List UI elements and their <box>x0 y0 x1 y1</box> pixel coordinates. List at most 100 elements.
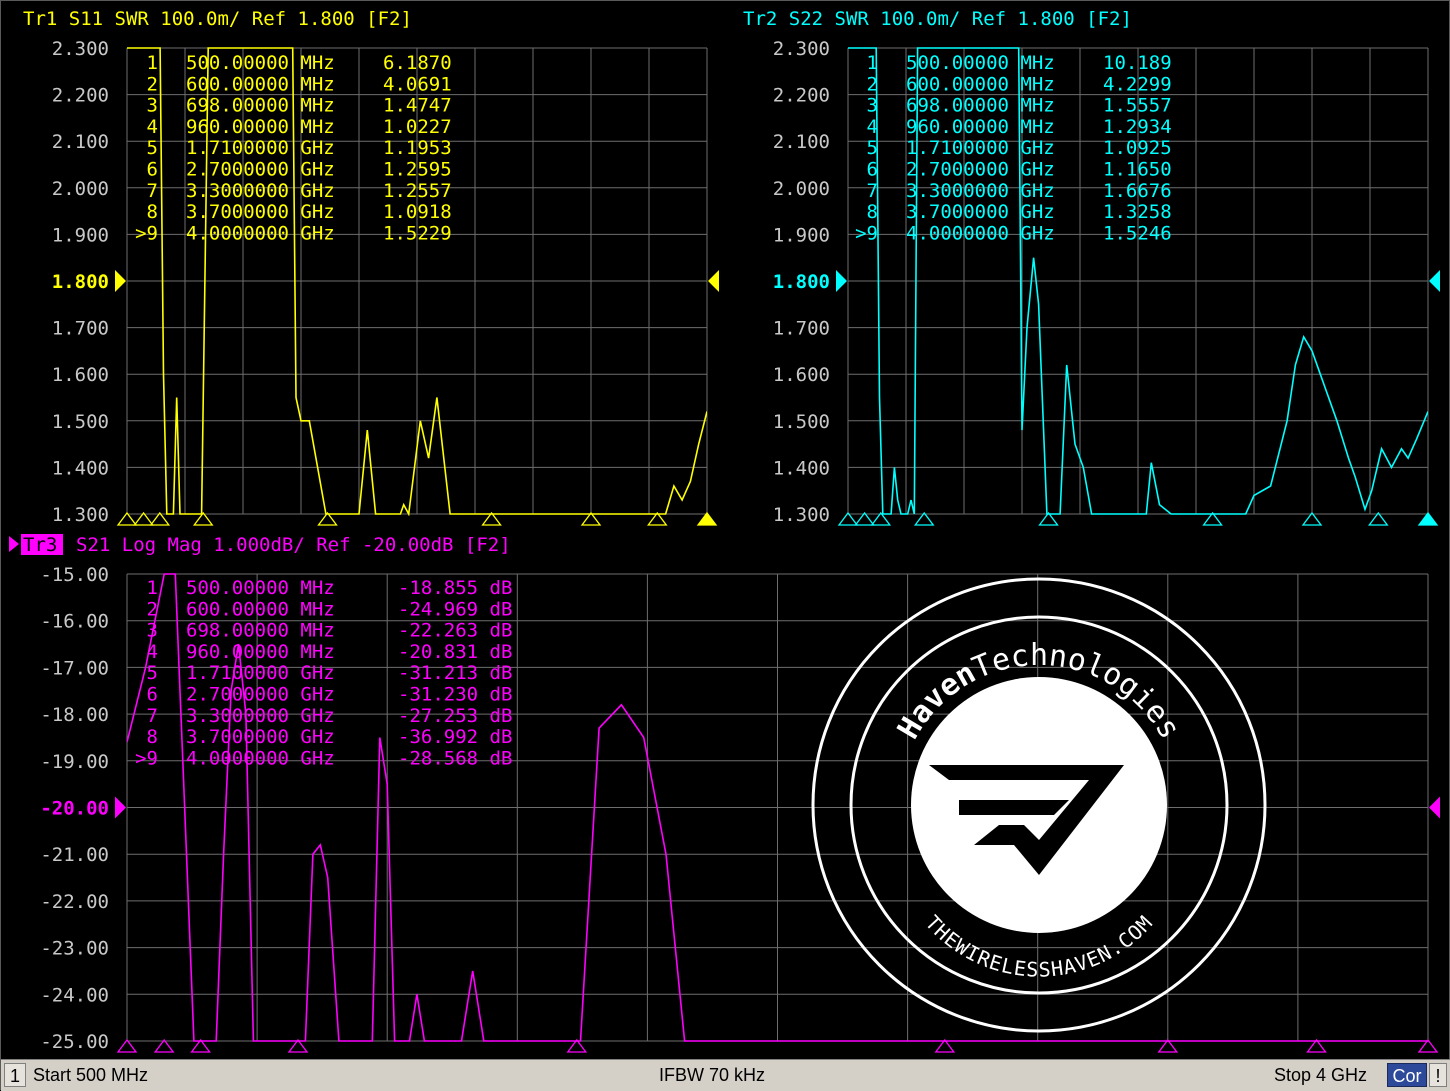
marker-number: 8 <box>867 201 878 223</box>
marker-frequency: 3.3000000 GHz <box>906 180 1055 202</box>
correction-status[interactable]: Cor <box>1387 1063 1427 1087</box>
marker-value: -24.969 dB <box>398 598 512 620</box>
marker-value: 1.4747 <box>383 95 452 117</box>
y-axis-label: 2.200 <box>773 85 830 107</box>
channel-indicator[interactable]: 1 <box>4 1063 26 1087</box>
marker-number: 1 <box>147 52 158 74</box>
marker-value: 4.2299 <box>1103 73 1172 95</box>
marker-number: 8 <box>147 726 158 748</box>
start-frequency[interactable]: Start 500 MHz <box>33 1063 148 1087</box>
marker-number: 2 <box>867 73 878 95</box>
y-axis-label: -23.00 <box>40 938 109 960</box>
marker-frequency: 698.00000 MHz <box>186 620 335 642</box>
y-axis-label: 1.300 <box>52 504 109 526</box>
trace-tag: Tr3 <box>23 534 57 556</box>
marker-triangle <box>116 1038 138 1053</box>
marker-frequency: 500.00000 MHz <box>186 577 335 599</box>
marker-value: 1.5229 <box>383 222 452 244</box>
marker-value: 4.0691 <box>383 73 452 95</box>
y-axis-label: -17.00 <box>40 657 109 679</box>
marker-triangle <box>116 511 138 526</box>
y-axis-label: -24.00 <box>40 984 109 1006</box>
reference-level-label: -20.00 <box>40 798 109 820</box>
trace-title: Tr2 S22 SWR 100.0m/ Ref 1.800 [F2] <box>743 8 1132 30</box>
marker-value: 1.6676 <box>1103 180 1172 202</box>
marker-frequency: 500.00000 MHz <box>906 52 1055 74</box>
marker-number: 5 <box>147 137 158 159</box>
marker-value: 10.189 <box>1103 52 1172 74</box>
marker-triangle <box>1417 511 1439 526</box>
marker-value: 1.5557 <box>1103 95 1172 117</box>
marker-frequency: 698.00000 MHz <box>906 95 1055 117</box>
y-axis-label: 1.700 <box>52 318 109 340</box>
marker-frequency: 3.7000000 GHz <box>906 201 1055 223</box>
marker-frequency: 2.7000000 GHz <box>186 159 335 181</box>
marker-frequency: 3.7000000 GHz <box>186 726 335 748</box>
y-axis-label: 2.100 <box>52 131 109 153</box>
y-axis-label: -22.00 <box>40 891 109 913</box>
y-axis-label: -19.00 <box>40 751 109 773</box>
ifbw-setting[interactable]: IFBW 70 kHz <box>659 1063 765 1087</box>
ref-left-arrow <box>836 270 847 292</box>
trace-title: S21 Log Mag 1.000dB/ Ref -20.00dB [F2] <box>76 534 511 556</box>
marker-number: 5 <box>147 662 158 684</box>
marker-frequency: 3.3000000 GHz <box>186 180 335 202</box>
marker-frequency: 960.00000 MHz <box>186 116 335 138</box>
status-bar: 1 Start 500 MHz IFBW 70 kHz Stop 4 GHz C… <box>1 1059 1450 1091</box>
marker-frequency: 600.00000 MHz <box>186 598 335 620</box>
trace-title: Tr1 S11 SWR 100.0m/ Ref 1.800 [F2] <box>23 8 412 30</box>
marker-triangle <box>1301 511 1323 526</box>
marker-value: -31.230 dB <box>398 684 512 706</box>
marker-triangle <box>837 511 859 526</box>
marker-value: 1.2557 <box>383 180 452 202</box>
y-axis-label: 1.700 <box>773 318 830 340</box>
y-axis-label: 1.500 <box>773 411 830 433</box>
marker-number: 5 <box>867 137 878 159</box>
y-axis-label: 1.600 <box>773 364 830 386</box>
marker-value: 1.0925 <box>1103 137 1172 159</box>
reference-level-label: 1.800 <box>773 271 830 293</box>
marker-frequency: 4.0000000 GHz <box>186 222 335 244</box>
marker-number: 2 <box>147 598 158 620</box>
marker-value: 6.1870 <box>383 52 452 74</box>
active-trace-arrow <box>9 536 19 552</box>
marker-value: -36.992 dB <box>398 726 512 748</box>
marker-triangle <box>133 511 154 526</box>
y-axis-label: 1.500 <box>52 411 109 433</box>
marker-value: 1.1650 <box>1103 159 1172 181</box>
marker-number: 4 <box>867 116 878 138</box>
marker-frequency: 500.00000 MHz <box>186 52 335 74</box>
y-axis-label: -21.00 <box>40 844 109 866</box>
marker-frequency: 3.3000000 GHz <box>186 705 335 727</box>
y-axis-label: 2.000 <box>52 178 109 200</box>
marker-number: 3 <box>867 95 878 117</box>
ref-left-arrow <box>115 270 126 292</box>
marker-frequency: 1.7100000 GHz <box>186 662 335 684</box>
marker-value: 1.1953 <box>383 137 452 159</box>
ref-right-arrow <box>1429 796 1440 819</box>
marker-number: 7 <box>147 180 158 202</box>
y-axis-label: 2.200 <box>52 85 109 107</box>
y-axis-label: -15.00 <box>40 564 109 586</box>
marker-frequency: 4.0000000 GHz <box>186 747 335 769</box>
marker-number: 3 <box>147 95 158 117</box>
marker-value: -28.568 dB <box>398 747 512 769</box>
y-axis-label: 2.300 <box>52 38 109 60</box>
marker-number: 6 <box>867 159 878 181</box>
marker-value: -18.855 dB <box>398 577 512 599</box>
marker-value: 1.3258 <box>1103 201 1172 223</box>
marker-frequency: 698.00000 MHz <box>186 95 335 117</box>
marker-triangle <box>913 511 935 526</box>
y-axis-label: -18.00 <box>40 704 109 726</box>
alert-indicator[interactable]: ! <box>1429 1063 1447 1087</box>
marker-frequency: 600.00000 MHz <box>906 73 1055 95</box>
marker-value: -27.253 dB <box>398 705 512 727</box>
marker-value: -20.831 dB <box>398 641 512 663</box>
y-axis-label: 2.100 <box>773 131 830 153</box>
marker-number: 8 <box>147 201 158 223</box>
stop-frequency[interactable]: Stop 4 GHz <box>1274 1063 1367 1087</box>
marker-number: 4 <box>147 641 158 663</box>
marker-frequency: 1.7100000 GHz <box>186 137 335 159</box>
marker-value: 1.0918 <box>383 201 452 223</box>
y-axis-label: 1.900 <box>773 224 830 246</box>
